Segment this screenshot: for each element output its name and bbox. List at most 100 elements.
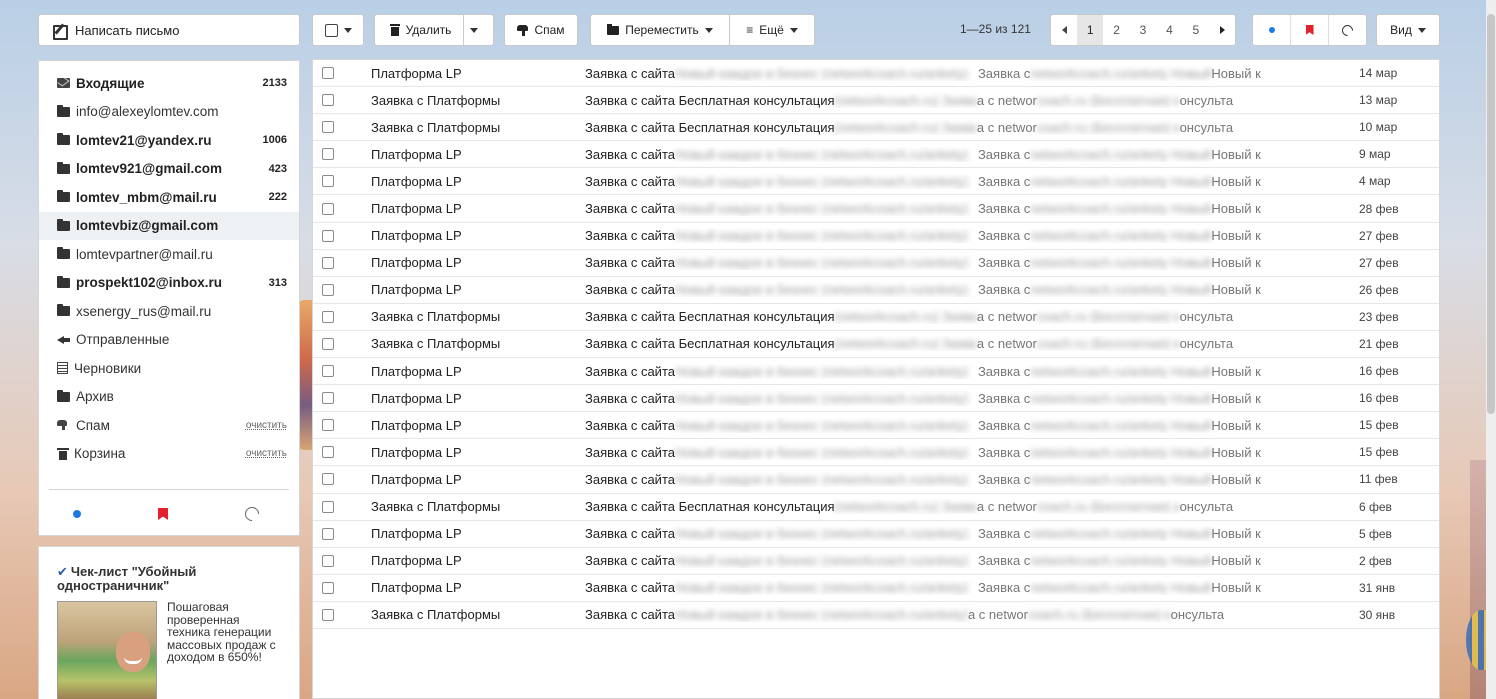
more-button[interactable]: ≡ Ещё xyxy=(729,14,815,46)
message-row[interactable]: Платформа LP Заявка с сайта Новый каждое в… xyxy=(313,548,1439,575)
scrollbar-thumb[interactable] xyxy=(1487,14,1495,414)
message-checkbox[interactable] xyxy=(322,527,334,540)
delete-button[interactable]: Удалить xyxy=(374,14,494,46)
compose-button[interactable]: Написать письмо xyxy=(38,14,300,46)
message-checkbox[interactable] xyxy=(322,175,334,188)
view-button[interactable]: Вид xyxy=(1376,14,1440,46)
message-checkbox[interactable] xyxy=(322,581,334,594)
message-checkbox[interactable] xyxy=(322,608,334,621)
message-checkbox[interactable] xyxy=(322,121,334,134)
message-sender: Заявка с Платформы xyxy=(371,499,501,515)
redacted-text: Новый каждое в бизнес (networkcoach.ru/a… xyxy=(674,363,968,379)
message-row[interactable]: Заявка с Платформы Заявка с сайта Бесплат… xyxy=(313,114,1439,142)
message-row[interactable]: Платформа LP Заявка с сайта Новый каждое в… xyxy=(313,277,1439,304)
message-checkbox[interactable] xyxy=(322,67,334,80)
message-checkbox[interactable] xyxy=(322,392,334,405)
page-3[interactable]: 3 xyxy=(1130,15,1156,45)
redacted-text: coach.ru (Бесплатная) к xyxy=(1036,92,1180,108)
message-row[interactable]: Заявка с Платформы Заявка с сайта Бесплат… xyxy=(313,304,1439,331)
sidebar-folder[interactable]: Входящие 2133 xyxy=(39,69,299,98)
preview-snippet: Заявка с xyxy=(977,255,1031,271)
message-row[interactable]: Платформа LP Заявка с сайта Новый каждое в… xyxy=(313,439,1439,467)
folder-clear-link[interactable]: очистить xyxy=(246,420,287,431)
message-row[interactable]: Заявка с Платформы Заявка с сайта Бесплат… xyxy=(313,331,1439,359)
message-row[interactable]: Заявка с Платформы Заявка с сайта Бесплат… xyxy=(313,87,1439,115)
message-row[interactable]: Платформа LP Заявка с сайта Новый каждое в… xyxy=(313,195,1439,223)
message-row[interactable]: Платформа LP Заявка с сайта Новый каждое в… xyxy=(313,575,1439,602)
page-4[interactable]: 4 xyxy=(1156,15,1182,45)
pagination-range: 1—25 из 121 xyxy=(960,22,1031,36)
filter-attachments-button[interactable] xyxy=(1329,15,1366,45)
page-scrollbar[interactable] xyxy=(1486,0,1496,699)
message-sender: Заявка с Платформы xyxy=(371,309,501,325)
message-row[interactable]: Платформа LP Заявка с сайта Новый каждое в… xyxy=(313,60,1439,88)
sidebar-folder[interactable]: Корзина очистить xyxy=(39,440,299,469)
promo-card[interactable]: ✔ Чек-лист "Убойный одностраничник" Пошаг… xyxy=(38,546,300,699)
sidebar-folder[interactable]: lomtev21@yandex.ru 1006 xyxy=(39,126,299,155)
message-row[interactable]: Платформа LP Заявка с сайта Новый каждое в… xyxy=(313,223,1439,250)
sidebar-folder[interactable]: prospekt102@inbox.ru 313 xyxy=(39,269,299,298)
message-checkbox[interactable] xyxy=(322,419,334,432)
page-5[interactable]: 5 xyxy=(1183,15,1209,45)
message-row[interactable]: Платформа LP Заявка с сайта Новый каждое в… xyxy=(313,466,1439,494)
select-all-checkbox[interactable] xyxy=(324,23,338,37)
move-button[interactable]: Переместить xyxy=(590,14,730,46)
spam-button[interactable]: Спам xyxy=(504,14,578,46)
sidebar-folder[interactable]: Черновики xyxy=(39,354,299,383)
next-page-button[interactable] xyxy=(1209,15,1235,45)
sidebar-folder[interactable]: lomtevbiz@gmail.com xyxy=(39,211,299,240)
sidebar-folder[interactable]: lomtev_mbm@mail.ru 222 xyxy=(39,183,299,212)
message-checkbox[interactable] xyxy=(322,554,334,567)
attachment-filter-icon[interactable] xyxy=(242,504,262,524)
preview-snippet: а с networ xyxy=(976,499,1037,515)
message-row[interactable]: Платформа LP Заявка с сайта Новый каждое в… xyxy=(313,250,1439,277)
sidebar-folder[interactable]: Архив xyxy=(39,383,299,412)
sidebar-folder[interactable]: lomtev921@gmail.com 423 xyxy=(39,155,299,184)
message-row[interactable]: Платформа LP Заявка с сайта Новый каждое в… xyxy=(313,412,1439,440)
select-all-dropdown[interactable] xyxy=(312,14,364,46)
message-subject: Заявка с сайта Новый каждое в бизнес (net… xyxy=(585,418,1353,433)
redacted-text: coach.ru (Бесплатная) к xyxy=(1027,607,1171,623)
message-checkbox[interactable] xyxy=(322,256,334,269)
sidebar-folder[interactable]: xsenergy_rus@mail.ru xyxy=(39,297,299,326)
page-2[interactable]: 2 xyxy=(1103,15,1129,45)
message-checkbox[interactable] xyxy=(322,337,334,350)
chevron-down-icon[interactable] xyxy=(470,27,479,33)
promo-title[interactable]: ✔ Чек-лист "Убойный одностраничник" xyxy=(57,565,285,593)
message-checkbox[interactable] xyxy=(322,310,334,323)
message-subject: Заявка с сайта Новый каждое в бизнес (net… xyxy=(585,255,1353,270)
unread-filter-icon[interactable] xyxy=(73,510,81,518)
filter-flagged-button[interactable] xyxy=(1291,15,1329,45)
flag-filter-icon[interactable] xyxy=(158,508,168,520)
message-checkbox[interactable] xyxy=(322,500,334,513)
message-checkbox[interactable] xyxy=(322,202,334,215)
redacted-text: Новый каждое в бизнес (networkcoach.ru/a… xyxy=(674,553,968,569)
promo-image[interactable] xyxy=(57,601,157,699)
message-checkbox[interactable] xyxy=(322,446,334,459)
message-checkbox[interactable] xyxy=(322,365,334,378)
preview-snippet: Заявка с xyxy=(977,282,1031,298)
message-row[interactable]: Платформа LP Заявка с сайта Новый каждое в… xyxy=(313,168,1439,196)
message-row[interactable]: Заявка с Платформы Заявка с сайта Новый ка… xyxy=(313,602,1439,629)
folder-clear-link[interactable]: очистить xyxy=(246,448,287,459)
preview-snippet: Заявка с xyxy=(977,228,1031,244)
compose-label: Написать письмо xyxy=(75,22,180,38)
sidebar-folder[interactable]: info@alexeylomtev.com xyxy=(39,98,299,127)
sidebar-folder[interactable]: Спам очистить xyxy=(39,411,299,440)
message-checkbox[interactable] xyxy=(322,94,334,107)
message-checkbox[interactable] xyxy=(322,473,334,486)
message-row[interactable]: Заявка с Платформы Заявка с сайта Бесплат… xyxy=(313,494,1439,521)
redacted-text: networkcoach.ru/ankety Новый xyxy=(1030,146,1212,162)
sidebar-folder[interactable]: Отправленные xyxy=(39,326,299,355)
message-row[interactable]: Платформа LP Заявка с сайта Новый каждое в… xyxy=(313,385,1439,413)
filter-unread-button[interactable] xyxy=(1253,15,1291,45)
message-checkbox[interactable] xyxy=(322,148,334,161)
page-1[interactable]: 1 xyxy=(1077,15,1104,45)
prev-page-button[interactable] xyxy=(1051,15,1077,45)
message-row[interactable]: Платформа LP Заявка с сайта Новый каждое в… xyxy=(313,141,1439,169)
message-checkbox[interactable] xyxy=(322,283,334,296)
message-row[interactable]: Платформа LP Заявка с сайта Новый каждое в… xyxy=(313,521,1439,548)
sidebar-folder[interactable]: lomtevpartner@mail.ru xyxy=(39,240,299,269)
message-checkbox[interactable] xyxy=(322,229,334,242)
message-row[interactable]: Платформа LP Заявка с сайта Новый каждое в… xyxy=(313,358,1439,386)
